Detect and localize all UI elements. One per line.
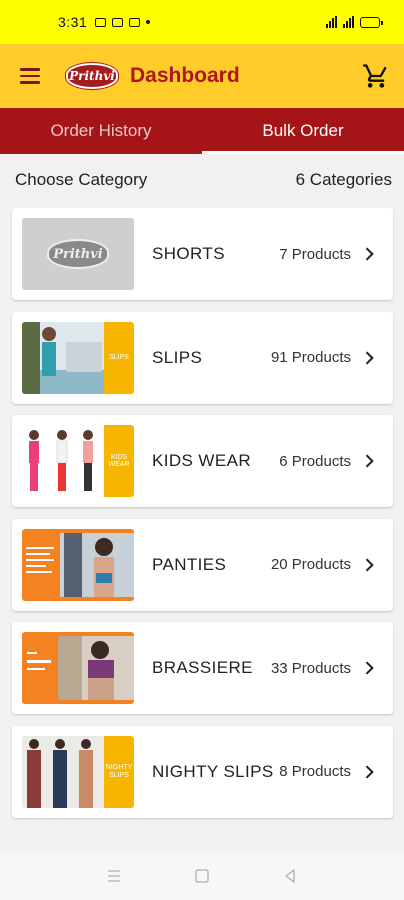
menu-button[interactable] — [0, 44, 60, 108]
banner-label: SLIPS — [104, 321, 134, 394]
product-count: 7 Products — [279, 245, 351, 263]
category-name: SHORTS — [152, 244, 225, 263]
status-time: 3:31 — [58, 14, 88, 30]
chevron-right-icon — [365, 765, 374, 779]
chevron-right-icon — [365, 558, 374, 572]
category-name: SLIPS — [152, 347, 203, 367]
notification-icon — [112, 17, 124, 27]
hamburger-icon — [20, 68, 40, 71]
category-name: NIGHTY SLIPS — [152, 761, 274, 781]
category-card-slips[interactable]: SLIPS SLIPS 91 Products — [12, 311, 393, 404]
category-image: SLIPS — [22, 321, 134, 394]
category-name: PANTIES — [152, 554, 227, 574]
status-bar: 3:31 — [0, 0, 404, 44]
category-card-panties[interactable]: PANTIES 20 Products — [12, 518, 393, 611]
banner-label: KIDS WEAR — [104, 425, 134, 498]
banner-label: NIGHTY SLIPS — [104, 735, 134, 808]
system-nav-bar — [0, 851, 404, 900]
category-count: 6 Categories — [295, 170, 392, 189]
product-count: 6 Products — [279, 452, 351, 470]
home-icon[interactable] — [193, 867, 211, 885]
back-icon[interactable] — [281, 867, 299, 885]
banner-text-decoration — [27, 652, 51, 671]
signal-icon — [326, 16, 337, 28]
page-title: Dashboard — [130, 64, 240, 87]
product-photo — [22, 321, 104, 394]
category-card-kids-wear[interactable]: KIDS WEAR KIDS WEAR 6 Products — [12, 415, 393, 508]
notification-icons — [95, 17, 151, 27]
category-image — [22, 528, 134, 601]
signal-icon — [343, 16, 354, 28]
banner-text-decoration — [26, 546, 54, 573]
more-notifications-icon — [146, 20, 151, 24]
category-card-shorts[interactable]: Prithvi SHORTS 7 Products — [12, 208, 393, 300]
category-list: Prithvi SHORTS 7 Products SLIPS SLIPS 91… — [12, 208, 393, 830]
product-photo — [60, 532, 134, 597]
category-name: KIDS WEAR — [152, 451, 252, 471]
tab-bar: Order History Bulk Order — [0, 108, 404, 154]
chevron-right-icon — [365, 247, 374, 261]
category-image: KIDS WEAR — [22, 425, 134, 498]
product-photo — [58, 636, 134, 701]
category-name: BRASSIERE — [152, 658, 253, 678]
category-card-brassiere[interactable]: BRASSIERE 33 Products — [12, 622, 393, 715]
category-card-nighty-slips[interactable]: NIGHTY SLIPS NIGHTY SLIPS 8 Products — [12, 725, 393, 818]
product-count: 20 Products — [270, 556, 351, 574]
product-photo — [22, 735, 104, 808]
category-image — [22, 632, 134, 705]
section-label: Choose Category — [15, 170, 148, 189]
product-count: 91 Products — [270, 349, 351, 367]
product-count: 33 Products — [270, 659, 351, 677]
brand-logo: Prithvi — [47, 239, 109, 269]
category-image: NIGHTY SLIPS — [22, 735, 134, 808]
product-photo — [22, 425, 104, 498]
chevron-right-icon — [365, 454, 374, 468]
system-icons — [326, 16, 383, 28]
product-count: 8 Products — [279, 763, 351, 781]
category-image: Prithvi — [22, 218, 134, 290]
chevron-right-icon — [365, 661, 374, 675]
section-header: Choose Category 6 Categories — [15, 170, 392, 190]
cart-icon[interactable] — [362, 62, 390, 90]
notification-icon — [95, 17, 107, 27]
notification-icon — [129, 17, 141, 27]
battery-icon — [360, 16, 383, 28]
tab-bulk-order[interactable]: Bulk Order — [202, 108, 404, 154]
chevron-right-icon — [365, 351, 374, 365]
brand-logo: Prithvi — [66, 63, 118, 89]
app-bar: Prithvi Dashboard — [0, 44, 404, 108]
recent-apps-icon[interactable] — [105, 867, 123, 885]
tab-order-history[interactable]: Order History — [0, 108, 202, 154]
